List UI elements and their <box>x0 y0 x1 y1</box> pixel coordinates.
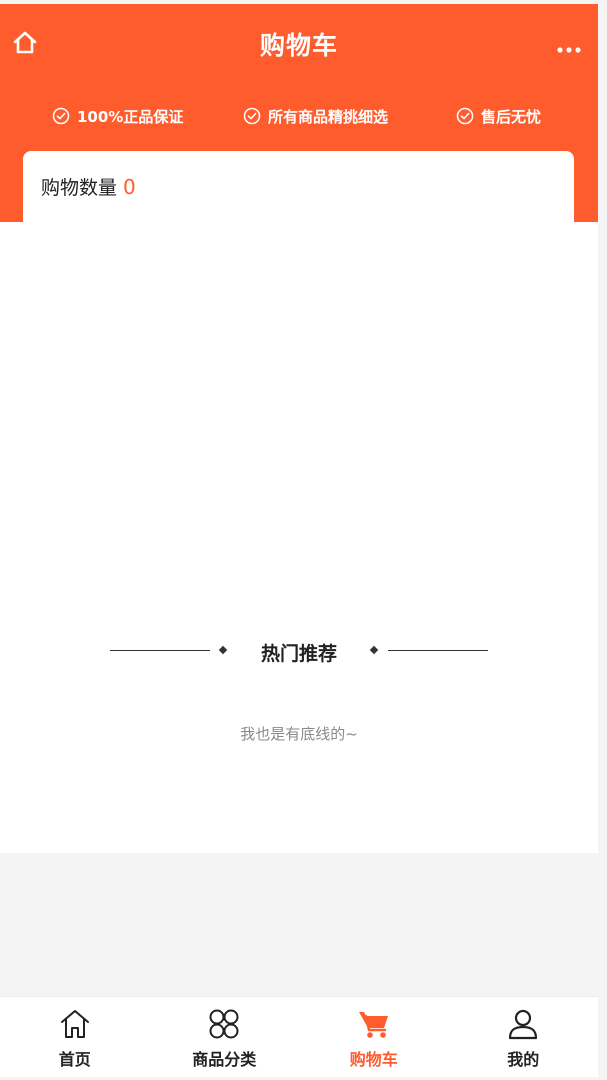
tab-label: 商品分类 <box>192 1050 257 1069</box>
guarantee-label: 100%正品保证 <box>77 107 184 126</box>
cart-summary-card: 购物数量 0 <box>23 151 574 231</box>
cart-count-value: 0 <box>123 175 136 199</box>
cart-count: 购物数量 0 <box>41 173 136 200</box>
hot-recommend-divider: 热门推荐 <box>0 636 598 666</box>
hot-recommend-title: 热门推荐 <box>260 643 337 665</box>
tab-label: 我的 <box>507 1050 540 1069</box>
tab-label: 首页 <box>58 1050 91 1069</box>
guarantee-item: 售后无忧 <box>456 104 541 128</box>
tab-home[interactable]: 首页 <box>0 997 150 1077</box>
tab-cart[interactable]: 购物车 <box>299 997 449 1077</box>
more-dots-icon[interactable] <box>556 40 582 53</box>
guarantee-bar: 100%正品保证 所有商品精挑细选 售后无忧 <box>0 104 598 128</box>
tab-category[interactable]: 商品分类 <box>150 997 300 1077</box>
guarantee-item: 所有商品精挑细选 <box>243 104 388 128</box>
category-grid-icon <box>209 1009 239 1039</box>
guarantee-item: 100%正品保证 <box>52 104 183 128</box>
tab-label: 购物车 <box>349 1050 398 1069</box>
bottom-tabbar: 首页 商品分类 购物车 我的 <box>0 996 598 1077</box>
check-circle-icon <box>456 107 474 125</box>
user-icon <box>509 1009 538 1040</box>
tab-mine[interactable]: 我的 <box>449 997 599 1077</box>
end-of-list-text: 我也是有底线的~ <box>240 725 358 743</box>
divider-line-right <box>388 650 488 651</box>
page-title: 购物车 <box>259 31 338 60</box>
cart-icon <box>358 1012 388 1038</box>
home-icon <box>60 1010 89 1038</box>
guarantee-label: 所有商品精挑细选 <box>268 107 389 126</box>
cart-page: 购物车 100%正品保证 所有商品精挑细选 售后无忧 购物数量 0 热门推荐 我… <box>0 0 607 1080</box>
check-circle-icon <box>52 107 70 125</box>
check-circle-icon <box>243 107 261 125</box>
guarantee-label: 售后无忧 <box>481 107 542 126</box>
cart-count-label: 购物数量 <box>41 177 118 199</box>
app-screen: 购物车 100%正品保证 所有商品精挑细选 售后无忧 购物数量 0 热门推荐 我… <box>0 4 598 853</box>
